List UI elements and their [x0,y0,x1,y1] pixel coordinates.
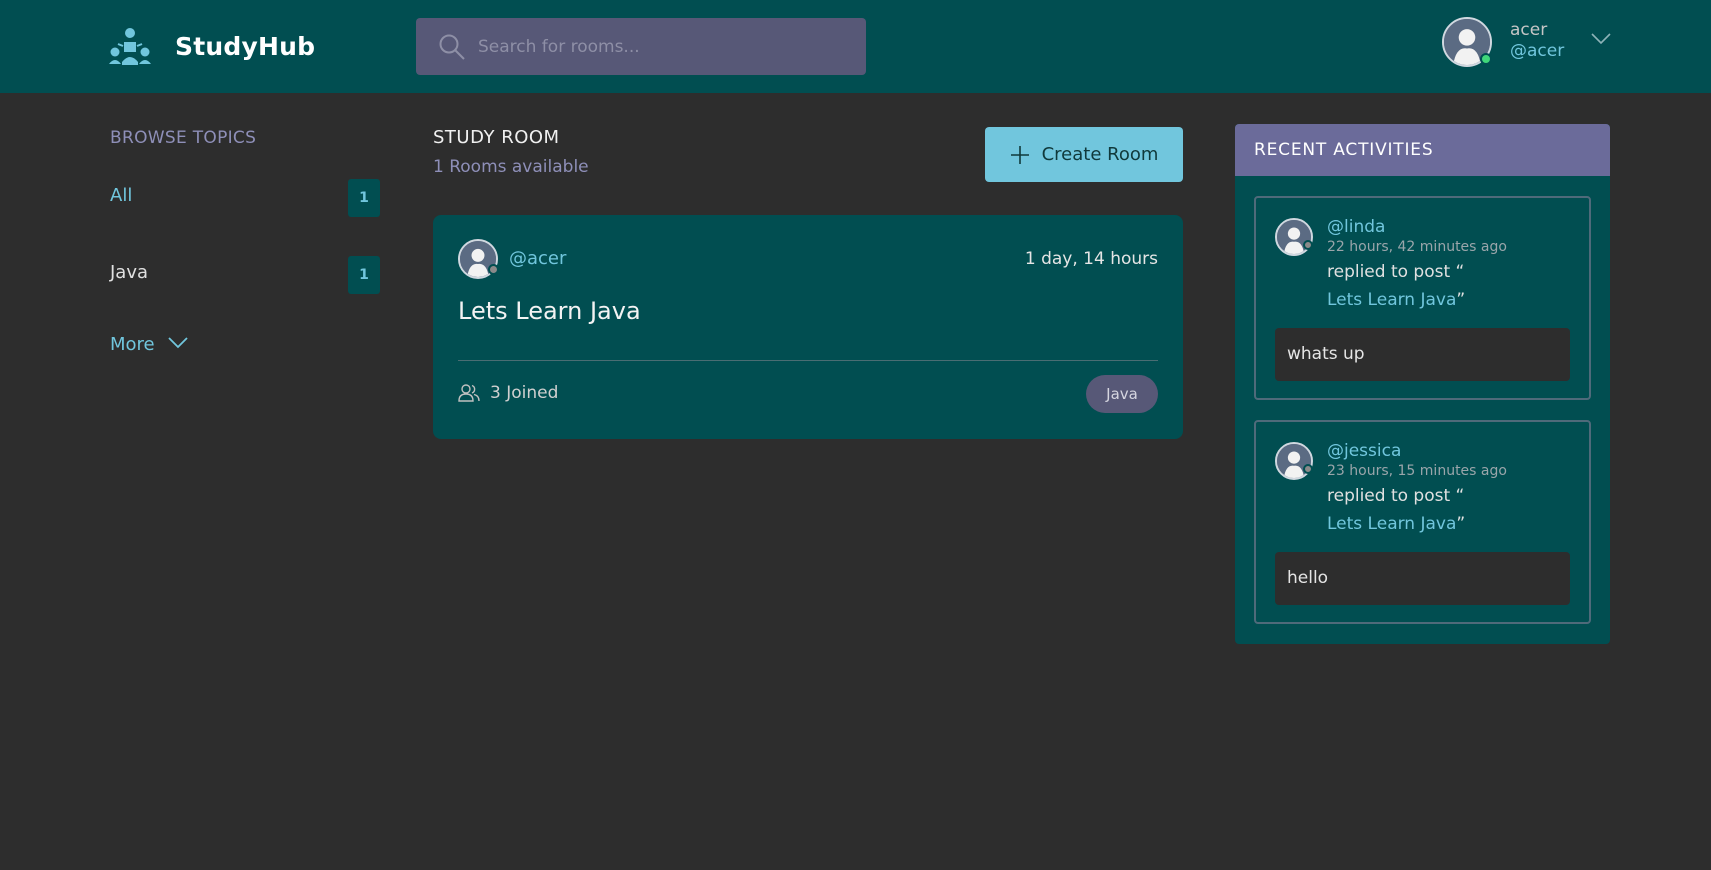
activity-post: Lets Learn Java” [1327,514,1465,534]
activity-post: Lets Learn Java” [1327,290,1465,310]
status-dot [1303,464,1313,474]
room-card[interactable]: @acer 1 day, 14 hours Lets Learn Java 3 … [433,215,1183,439]
more-topics-link[interactable]: More [110,334,189,355]
activity-message-text: hello [1287,568,1329,588]
room-host-link[interactable]: @acer [509,248,566,269]
activity-user-link[interactable]: @linda [1327,217,1385,237]
more-label: More [110,334,155,355]
online-status-dot [1480,53,1492,65]
activity-timestamp: 23 hours, 15 minutes ago [1327,463,1507,479]
brand-name: StudyHub [175,32,316,61]
activity-item: @linda 22 hours, 42 minutes ago replied … [1254,196,1591,400]
activity-message: hello [1275,552,1570,605]
topic-count-badge: 1 [348,179,380,217]
status-dot [1303,240,1313,250]
avatar[interactable] [1275,442,1313,480]
user-name: acer [1510,20,1548,40]
topic-label: Java [110,262,149,283]
create-room-label: Create Room [1041,144,1159,165]
topic-item-java[interactable]: Java 1 [110,256,380,296]
chevron-down-icon[interactable] [1590,31,1612,45]
search-input[interactable] [478,32,848,62]
joined-count: 3 Joined [490,383,559,403]
user-menu[interactable]: acer @acer [1442,17,1612,69]
room-timestamp: 1 day, 14 hours [1024,249,1158,269]
studyhub-logo-icon [108,26,152,72]
search-bar[interactable] [416,18,866,75]
browse-topics-title: BROWSE TOPICS [110,128,257,148]
activity-user-link[interactable]: @jessica [1327,441,1401,461]
recent-activities-panel: RECENT ACTIVITIES @linda 22 hours, 42 mi… [1235,124,1610,644]
page-title: STUDY ROOM [433,127,560,148]
quote-close: ” [1456,290,1466,310]
activity-action: replied to post “ [1327,262,1465,282]
activity-item: @jessica 23 hours, 15 minutes ago replie… [1254,420,1591,624]
topic-item-all[interactable]: All 1 [110,179,380,219]
divider [458,360,1158,361]
brand-logo-link[interactable]: StudyHub [108,26,315,72]
quote-close: ” [1456,514,1466,534]
activities-header: RECENT ACTIVITIES [1235,124,1610,176]
activities-title: RECENT ACTIVITIES [1254,140,1434,160]
room-topic-tag[interactable]: Java [1086,375,1158,413]
room-name-link[interactable]: Lets Learn Java [458,297,641,325]
status-dot [488,264,499,275]
activity-message-text: whats up [1287,344,1365,364]
avatar[interactable] [1442,17,1492,67]
activity-post-link[interactable]: Lets Learn Java [1327,514,1456,534]
topic-label: All [110,185,133,206]
user-handle: @acer [1510,41,1565,61]
avatar[interactable] [1275,218,1313,256]
rooms-available-count: 1 Rooms available [433,157,589,177]
activity-message: whats up [1275,328,1570,381]
topic-count-badge: 1 [348,256,380,294]
activity-action: replied to post “ [1327,486,1465,506]
create-room-button[interactable]: Create Room [985,127,1183,182]
users-icon [458,383,490,403]
chevron-down-icon [155,334,189,355]
plus-icon [1010,145,1042,165]
activity-post-link[interactable]: Lets Learn Java [1327,290,1456,310]
top-navbar: StudyHub acer @acer [0,0,1711,93]
activity-timestamp: 22 hours, 42 minutes ago [1327,239,1507,255]
avatar[interactable] [458,239,499,279]
room-participants: 3 Joined [458,383,558,403]
